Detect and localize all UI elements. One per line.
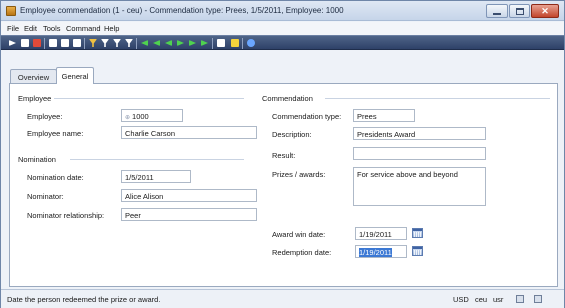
employee-name-field[interactable]: Charlie Carson bbox=[121, 126, 257, 139]
toolbar-separator bbox=[84, 38, 85, 49]
commendation-group-title: Commendation bbox=[262, 94, 313, 103]
calendar-icon-grid bbox=[414, 232, 421, 237]
email-icon[interactable] bbox=[73, 39, 81, 47]
first-record-icon[interactable] bbox=[141, 40, 148, 46]
redemption-date-field[interactable]: 1/19/2011 bbox=[355, 245, 407, 258]
toolbar-separator bbox=[242, 38, 243, 49]
employee-commendation-window: Employee commendation (1 - ceu) - Commen… bbox=[0, 0, 565, 308]
calendar-icon bbox=[413, 229, 422, 231]
toolbar-separator bbox=[44, 38, 45, 49]
filter-by-selection-icon[interactable] bbox=[89, 39, 97, 47]
tab-general[interactable]: General bbox=[56, 67, 94, 84]
redemption-date-label: Redemption date: bbox=[272, 248, 332, 257]
commendation-type-label: Commendation type: bbox=[272, 112, 342, 121]
menu-tools[interactable]: Tools bbox=[43, 24, 61, 33]
menu-file[interactable]: File bbox=[7, 24, 19, 33]
result-label: Result: bbox=[272, 151, 296, 160]
award-win-date-field[interactable]: 1/19/2011 bbox=[355, 227, 407, 240]
award-win-date-label: Award win date: bbox=[272, 230, 326, 239]
toolbar-separator bbox=[212, 38, 213, 49]
nominator-field[interactable]: Alice Alison bbox=[121, 189, 257, 202]
key-icon: ⊕ bbox=[125, 115, 131, 121]
save-icon[interactable] bbox=[21, 39, 29, 47]
status-notes-icon[interactable] bbox=[516, 295, 524, 303]
nomination-group-divider bbox=[70, 159, 244, 160]
delete-icon[interactable] bbox=[33, 39, 41, 47]
nominator-label: Nominator: bbox=[27, 192, 64, 201]
minimize-icon bbox=[493, 12, 501, 15]
nomination-group-title: Nomination bbox=[18, 155, 56, 164]
next-record-icon[interactable] bbox=[177, 40, 184, 46]
description-label: Description: bbox=[272, 130, 312, 139]
menu-bar: File Edit Tools Command Help bbox=[1, 22, 564, 35]
prizes-awards-field[interactable]: For service above and beyond bbox=[353, 167, 486, 206]
document-handling-icon[interactable] bbox=[217, 39, 225, 47]
next-page-icon[interactable] bbox=[189, 40, 196, 46]
employee-name-label: Employee name: bbox=[27, 129, 84, 138]
result-field[interactable] bbox=[353, 147, 486, 160]
alert-icon[interactable] bbox=[231, 39, 239, 47]
last-record-icon[interactable] bbox=[201, 40, 208, 46]
description-field[interactable]: Presidents Award bbox=[353, 127, 486, 140]
nomination-date-label: Nomination date: bbox=[27, 173, 84, 182]
print-icon[interactable] bbox=[49, 39, 57, 47]
close-button[interactable]: ✕ bbox=[531, 4, 559, 18]
print-preview-icon[interactable] bbox=[61, 39, 69, 47]
previous-page-icon[interactable] bbox=[153, 40, 160, 46]
redemption-date-value: 1/19/2011 bbox=[359, 248, 392, 257]
tab-overview[interactable]: Overview bbox=[10, 69, 57, 84]
menu-command[interactable]: Command bbox=[66, 24, 101, 33]
commendation-type-field[interactable]: Prees bbox=[353, 109, 415, 122]
status-currency[interactable]: USD bbox=[453, 295, 469, 304]
nomination-date-field[interactable]: 1/5/2011 bbox=[121, 170, 191, 183]
title-bar[interactable]: Employee commendation (1 - ceu) - Commen… bbox=[1, 1, 564, 21]
maximize-icon bbox=[515, 7, 524, 15]
toolbar-separator bbox=[136, 38, 137, 49]
status-bar: Date the person redeemed the prize or aw… bbox=[1, 289, 564, 308]
new-record-icon[interactable] bbox=[9, 40, 16, 46]
general-tab-panel: Employee Employee: ⊕ 1000 Employee name: … bbox=[9, 83, 558, 287]
nominator-relationship-label: Nominator relationship: bbox=[27, 211, 105, 220]
employee-value: 1000 bbox=[132, 112, 149, 121]
calendar-icon bbox=[413, 247, 422, 249]
advanced-filter-icon[interactable] bbox=[101, 39, 109, 47]
filter-by-field-icon[interactable] bbox=[113, 39, 121, 47]
status-help-text: Date the person redeemed the prize or aw… bbox=[7, 295, 161, 304]
calendar-icon-grid bbox=[414, 250, 421, 255]
help-icon[interactable] bbox=[247, 39, 255, 47]
award-win-date-calendar-button[interactable] bbox=[412, 228, 423, 238]
previous-record-icon[interactable] bbox=[165, 40, 172, 46]
menu-edit[interactable]: Edit bbox=[24, 24, 37, 33]
window-title: Employee commendation (1 - ceu) - Commen… bbox=[20, 6, 344, 15]
prizes-awards-label: Prizes / awards: bbox=[272, 170, 326, 179]
employee-label: Employee: bbox=[27, 112, 63, 121]
employee-group-divider bbox=[54, 98, 244, 99]
commendation-group-divider bbox=[325, 98, 550, 99]
form-icon bbox=[6, 6, 16, 16]
remove-filter-icon[interactable] bbox=[125, 39, 133, 47]
redemption-date-calendar-button[interactable] bbox=[412, 246, 423, 256]
close-icon: ✕ bbox=[541, 5, 549, 16]
toolbar bbox=[1, 35, 564, 50]
status-session-icon[interactable] bbox=[534, 295, 542, 303]
menu-help[interactable]: Help bbox=[104, 24, 119, 33]
nominator-relationship-field[interactable]: Peer bbox=[121, 208, 257, 221]
minimize-button[interactable] bbox=[486, 4, 508, 18]
status-user[interactable]: usr bbox=[493, 295, 503, 304]
status-company[interactable]: ceu bbox=[475, 295, 487, 304]
maximize-button[interactable] bbox=[509, 4, 530, 18]
employee-group-title: Employee bbox=[18, 94, 52, 103]
employee-field[interactable]: ⊕ 1000 bbox=[121, 109, 183, 122]
